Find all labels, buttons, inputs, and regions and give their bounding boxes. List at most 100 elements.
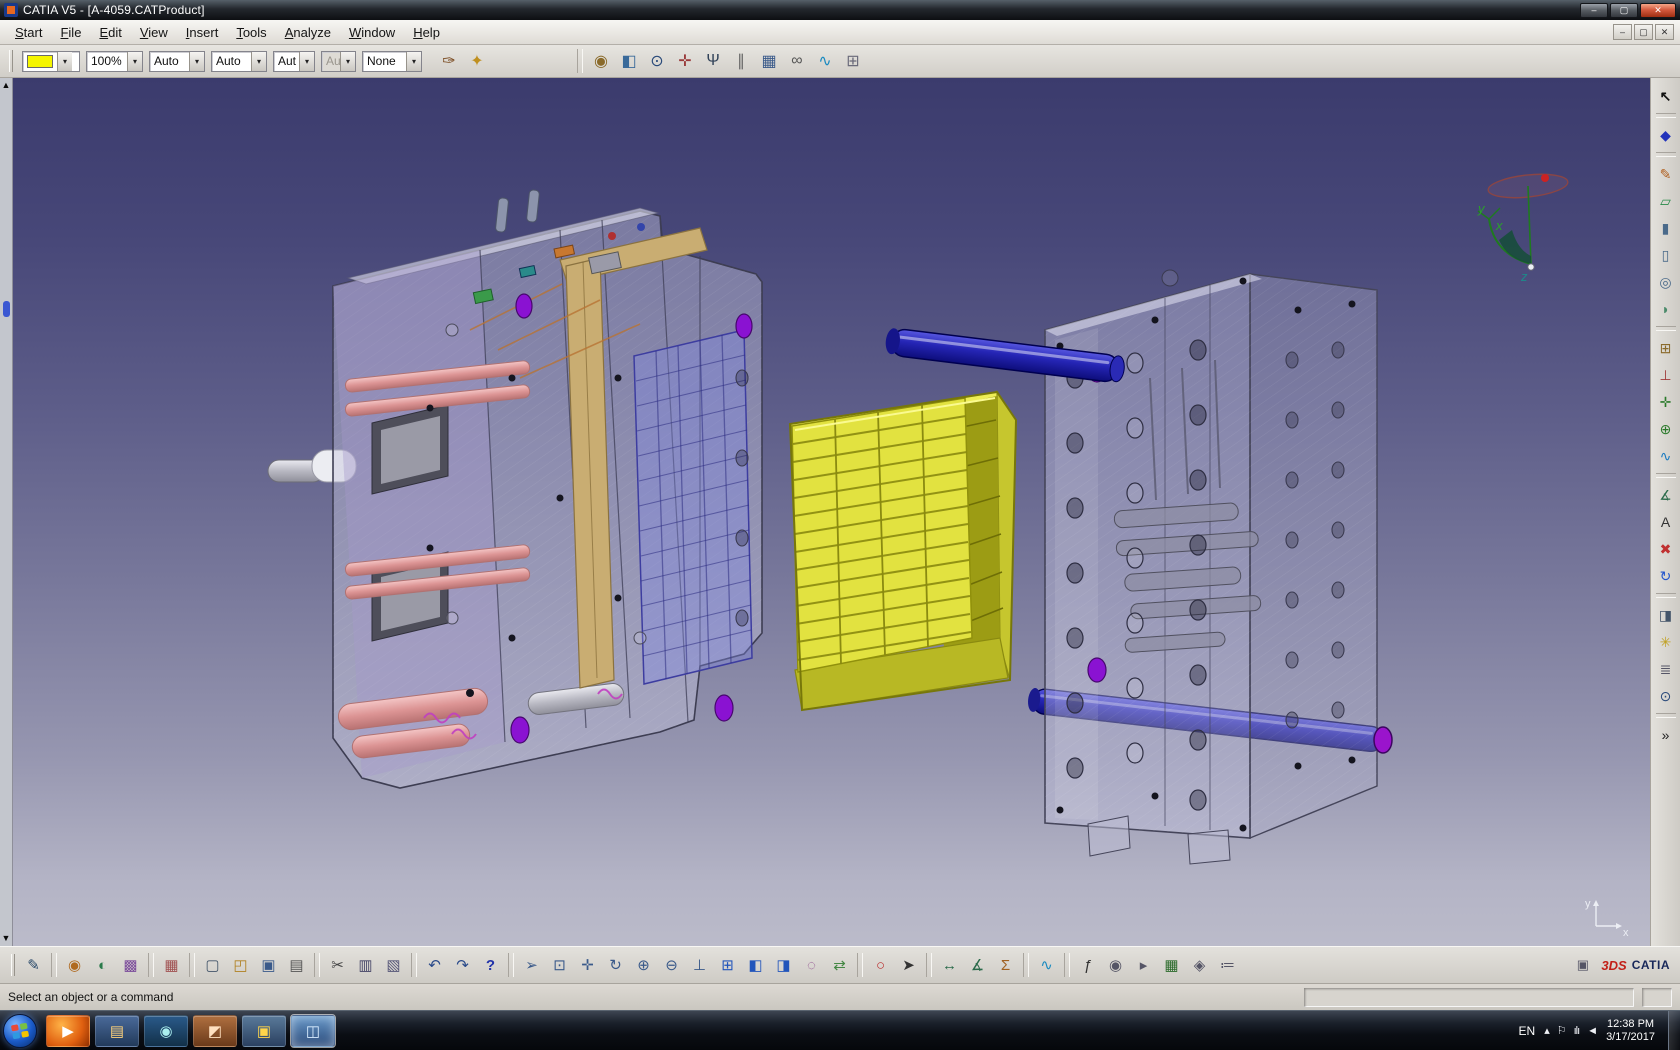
redo-icon[interactable]: ↷ <box>449 952 476 979</box>
macro-play-icon[interactable]: ▸ <box>1130 952 1157 979</box>
material-icon[interactable]: ◐ <box>89 952 116 979</box>
iso-box-icon[interactable]: ◧ <box>616 48 642 74</box>
scroll-down-icon[interactable]: ▼ <box>2 931 11 946</box>
image-capture-icon[interactable]: ◉ <box>1102 952 1129 979</box>
light-icon[interactable]: ✳ <box>1654 630 1678 654</box>
knowledge-swoosh-icon[interactable]: ∿ <box>1033 952 1060 979</box>
guide-bar-end-cap[interactable] <box>1374 727 1392 753</box>
menu-item[interactable]: View <box>131 22 177 43</box>
network-icon[interactable]: ılı <box>1574 1025 1580 1037</box>
save-icon[interactable]: ▣ <box>255 952 282 979</box>
zoom-in-icon[interactable]: ⊕ <box>630 952 657 979</box>
new-document-icon[interactable]: ▢ <box>199 952 226 979</box>
menu-item[interactable]: Tools <box>227 22 275 43</box>
command-input[interactable] <box>1304 988 1634 1007</box>
shaded-view-icon[interactable]: ◨ <box>770 952 797 979</box>
photo-viewer-button[interactable]: ◫ <box>291 1015 335 1047</box>
workbench-icon[interactable]: ◆ <box>1654 123 1678 147</box>
rotate-icon[interactable]: ↻ <box>602 952 629 979</box>
layer-combo[interactable]: None ▾ <box>362 51 422 72</box>
pad-icon[interactable]: ▮ <box>1654 216 1678 240</box>
print-icon[interactable]: ▤ <box>283 952 310 979</box>
update-swoosh-icon[interactable]: ∿ <box>812 48 838 74</box>
start-button[interactable] <box>3 1014 37 1048</box>
combo-arrow-icon[interactable]: ▾ <box>251 52 266 71</box>
wizard-icon[interactable]: ✦ <box>464 48 490 74</box>
media-center-button[interactable]: ◉ <box>144 1015 188 1047</box>
measure-icon[interactable]: ∡ <box>1654 483 1678 507</box>
language-indicator[interactable]: EN <box>1519 1024 1536 1038</box>
spreadsheet-icon[interactable]: ▦ <box>1158 952 1185 979</box>
magnifier-icon[interactable]: ⊙ <box>644 48 670 74</box>
hidden-icons-button[interactable]: ▴ <box>1544 1024 1549 1037</box>
attach-icon[interactable]: ∥ <box>728 48 754 74</box>
menu-item[interactable]: Start <box>6 22 51 43</box>
window-layout-icon[interactable]: ▣ <box>1569 952 1596 979</box>
swap-space-icon[interactable]: ⇄ <box>826 952 853 979</box>
circle-symbol-icon[interactable]: ○ <box>867 952 894 979</box>
pictures-folder-button[interactable]: ▣ <box>242 1015 286 1047</box>
snap-icon[interactable]: ⊕ <box>1654 417 1678 441</box>
combo-arrow-icon[interactable]: ▾ <box>340 52 355 71</box>
combo-arrow-icon[interactable]: ▾ <box>57 52 72 71</box>
plane-icon[interactable]: ▱ <box>1654 189 1678 213</box>
help-icon[interactable]: ? <box>477 952 504 979</box>
cut-icon[interactable]: ✂ <box>324 952 351 979</box>
normal-view-icon[interactable]: ⊥ <box>686 952 713 979</box>
render-style-combo[interactable]: Aut ▾ <box>321 51 356 72</box>
viewport-scrollbar[interactable]: ▲ ▼ <box>0 78 13 946</box>
combo-arrow-icon[interactable]: ▾ <box>299 52 314 71</box>
undo-icon[interactable]: ↶ <box>421 952 448 979</box>
volume-icon[interactable]: ◄ <box>1587 1025 1597 1037</box>
menu-item[interactable]: Insert <box>177 22 228 43</box>
measure-item-icon[interactable]: ∡ <box>964 952 991 979</box>
line-weight-combo[interactable]: Auto ▾ <box>149 51 205 72</box>
clock[interactable]: 12:38 PM 3/17/2017 <box>1606 1018 1659 1044</box>
workbench-pencil-icon[interactable]: ✎ <box>20 952 47 979</box>
fly-mode-icon[interactable]: ➢ <box>518 952 545 979</box>
painter-icon[interactable]: ✑ <box>436 48 462 74</box>
annotation-icon[interactable]: A <box>1654 510 1678 534</box>
fit-all-icon[interactable]: ⊡ <box>546 952 573 979</box>
mdi-minimize-button[interactable]: – <box>1613 24 1632 40</box>
analyze-icon[interactable]: ∿ <box>1654 444 1678 468</box>
molded-part[interactable] <box>790 392 1016 710</box>
menu-item[interactable]: Analyze <box>276 22 340 43</box>
table-window-icon[interactable]: ▦ <box>756 48 782 74</box>
3d-viewport[interactable]: ▲ ▼ <box>0 78 1650 946</box>
view-mode-icon[interactable]: ◨ <box>1654 603 1678 627</box>
minimize-button[interactable]: – <box>1580 3 1608 18</box>
transparency-combo[interactable]: 100% ▾ <box>86 51 143 72</box>
open-folder-icon[interactable]: ◰ <box>227 952 254 979</box>
paint-button[interactable]: ◩ <box>193 1015 237 1047</box>
iso-view-icon[interactable]: ◧ <box>742 952 769 979</box>
maximize-button[interactable]: ▢ <box>1610 3 1638 18</box>
mdi-close-button[interactable]: ✕ <box>1655 24 1674 40</box>
combo-arrow-icon[interactable]: ▾ <box>189 52 204 71</box>
grid-options-icon[interactable]: ⊞ <box>840 48 866 74</box>
delete-icon[interactable]: ✖ <box>1654 537 1678 561</box>
update-icon[interactable]: ↻ <box>1654 564 1678 588</box>
media-player-button[interactable]: ▶ <box>46 1015 90 1047</box>
scroll-thumb[interactable] <box>3 301 10 317</box>
magnify-icon[interactable]: ⊙ <box>1654 684 1678 708</box>
point-symbol-combo[interactable]: Aut ▾ <box>273 51 315 72</box>
mass-properties-icon[interactable]: Σ <box>992 952 1019 979</box>
apply-arrow-icon[interactable]: ➤ <box>895 952 922 979</box>
options-icon[interactable]: ≔ <box>1214 952 1241 979</box>
sketch-icon[interactable]: ✎ <box>1654 162 1678 186</box>
multi-view-icon[interactable]: ⊞ <box>714 952 741 979</box>
close-button[interactable]: ✕ <box>1640 3 1676 18</box>
formula-icon[interactable]: ƒ <box>1074 952 1101 979</box>
anchor-icon[interactable]: Ψ <box>700 48 726 74</box>
compass-tool-icon[interactable]: ✛ <box>672 48 698 74</box>
assembly-icon[interactable]: ⊞ <box>1654 336 1678 360</box>
layers-icon[interactable]: ≣ <box>1654 657 1678 681</box>
measure-between-icon[interactable]: ↔ <box>936 952 963 979</box>
zoom-out-icon[interactable]: ⊖ <box>658 952 685 979</box>
left-mold-assembly[interactable] <box>268 190 762 788</box>
action-center-icon[interactable]: ⚐ <box>1557 1024 1566 1037</box>
move-icon[interactable]: ✛ <box>1654 390 1678 414</box>
scroll-up-icon[interactable]: ▲ <box>2 78 11 93</box>
hide-show-icon[interactable]: ◌ <box>798 952 825 979</box>
